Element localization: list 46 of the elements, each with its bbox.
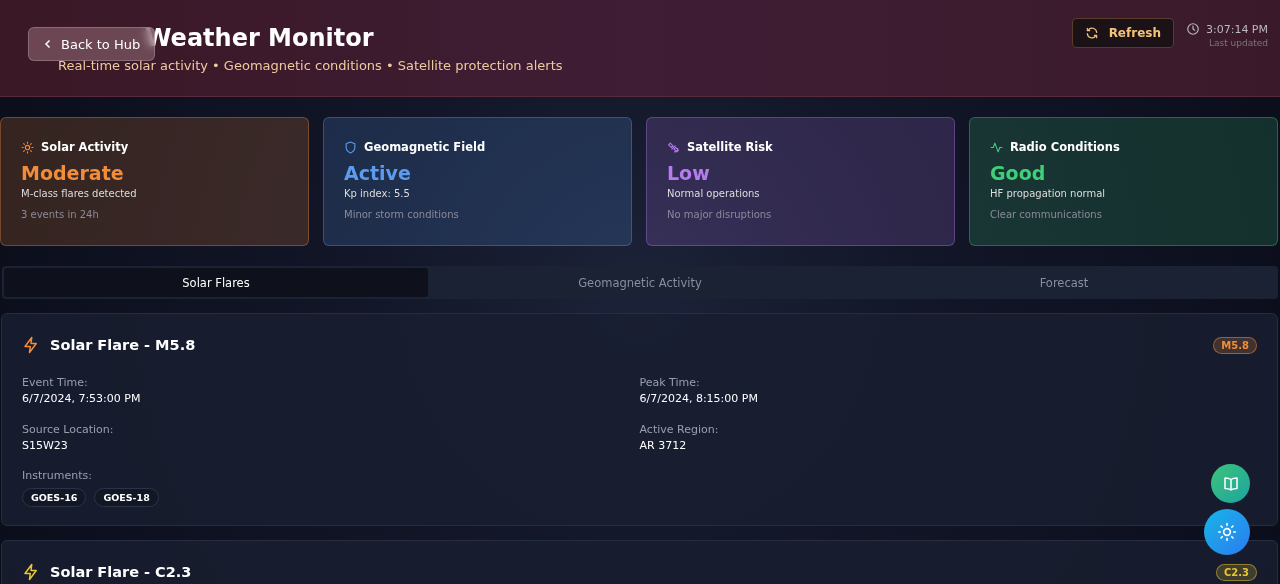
- tab[interactable]: Forecast: [852, 268, 1276, 297]
- status-note: Minor storm conditions: [344, 209, 460, 220]
- refresh-icon: [1084, 26, 1099, 40]
- class-badge: M5.8: [1213, 336, 1257, 354]
- field-value: 6/7/2024, 7:53:00 PM: [22, 392, 142, 405]
- tab[interactable]: Geomagnetic Activity: [428, 268, 852, 297]
- book-icon: [1221, 474, 1240, 493]
- sun-icon: [1217, 522, 1237, 542]
- pulse-icon: [990, 140, 1003, 154]
- status-detail: HF propagation normal: [990, 188, 1107, 199]
- status-value: Moderate: [21, 162, 125, 184]
- field-value: AR 3712: [639, 439, 688, 452]
- sun-icon: [21, 140, 34, 154]
- satellite-icon: [667, 140, 680, 154]
- shield-icon: [344, 140, 357, 154]
- field-value: 6/7/2024, 8:15:00 PM: [639, 392, 759, 405]
- tab[interactable]: Solar Flares: [4, 268, 428, 297]
- field-label: Instruments:: [22, 469, 93, 482]
- instrument-chip: GOES-16: [22, 488, 87, 507]
- chevron-icon: [43, 39, 53, 49]
- instrument-chip: GOES-18: [94, 488, 159, 507]
- card-label: Radio Conditions: [1010, 140, 1120, 154]
- status-value: Active: [344, 162, 412, 184]
- status-value: Low: [667, 162, 711, 184]
- status-note: Clear communications: [990, 209, 1103, 220]
- field-label: Source Location:: [22, 423, 115, 436]
- field-value: S15W23: [22, 439, 69, 452]
- card-label: Geomagnetic Field: [364, 140, 486, 154]
- card-label: Satellite Risk: [687, 140, 773, 154]
- status-note: No major disruptions: [667, 209, 773, 220]
- update-time: 3:07:14 PM: [1205, 22, 1268, 36]
- field-label: Event Time:: [22, 376, 89, 389]
- status-detail: Normal operations: [667, 188, 761, 199]
- status-detail: M-class flares detected: [21, 188, 138, 199]
- refresh-button[interactable]: Refresh: [1071, 18, 1174, 48]
- field-label: Peak Time:: [639, 376, 701, 389]
- clock-icon: [1185, 22, 1200, 36]
- update-caption: Last updated: [1208, 38, 1268, 48]
- class-badge: C2.3: [1215, 563, 1257, 581]
- flare-title: Solar Flare - M5.8: [50, 337, 197, 353]
- status-note: 3 events in 24h: [21, 209, 100, 220]
- status-value: Good: [990, 162, 1047, 184]
- card-label: Solar Activity: [41, 140, 129, 154]
- flare-title: Solar Flare - C2.3: [50, 564, 193, 580]
- status-detail: Kp index: 5.5: [344, 188, 411, 199]
- field-label: Active Region:: [639, 423, 720, 436]
